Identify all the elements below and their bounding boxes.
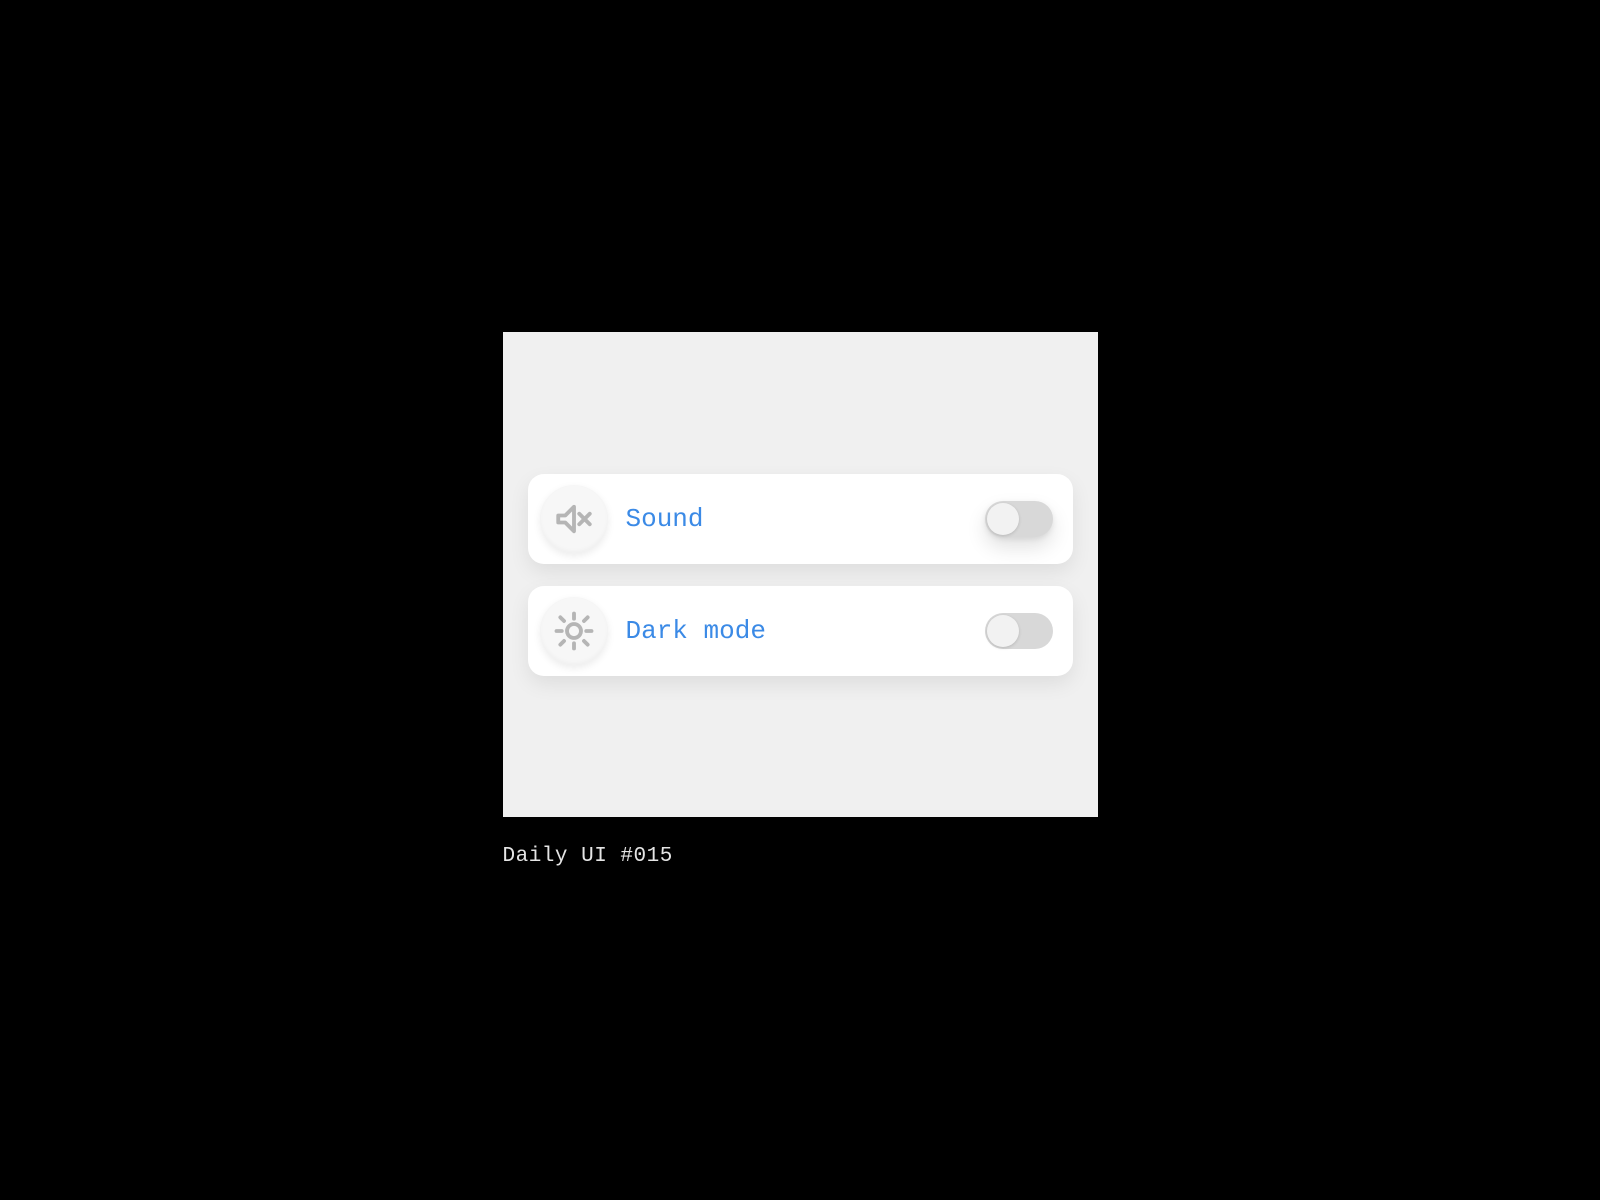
sun-icon: [553, 610, 595, 652]
dark-mode-toggle-knob: [987, 615, 1019, 647]
sound-toggle[interactable]: [985, 501, 1053, 537]
sound-label: Sound: [626, 504, 985, 534]
settings-card: Sound Dark mode: [503, 332, 1098, 817]
sound-icon-container: [540, 485, 608, 553]
volume-mute-icon: [553, 498, 595, 540]
dark-mode-toggle[interactable]: [985, 613, 1053, 649]
dark-mode-setting-row: Dark mode: [528, 586, 1073, 676]
dark-mode-label: Dark mode: [626, 616, 985, 646]
caption: Daily UI #015: [503, 845, 1098, 868]
sound-setting-row: Sound: [528, 474, 1073, 564]
sound-toggle-knob: [987, 503, 1019, 535]
dark-mode-icon-container: [540, 597, 608, 665]
